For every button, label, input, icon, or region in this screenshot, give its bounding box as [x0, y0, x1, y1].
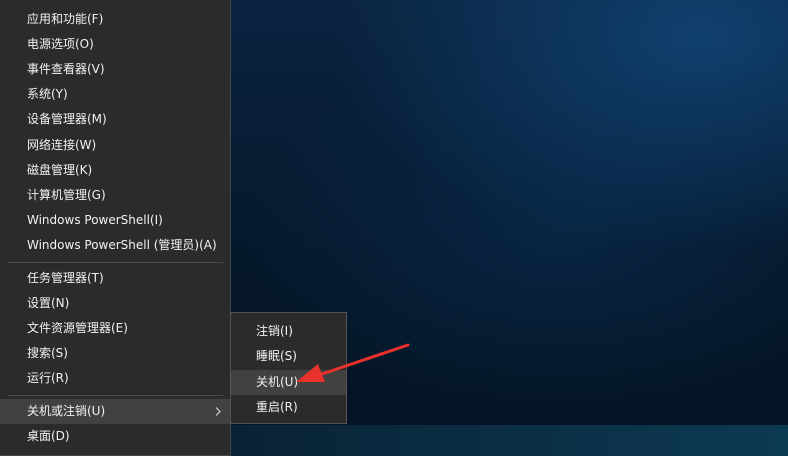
- menu-item-desktop[interactable]: 桌面(D): [0, 424, 230, 449]
- submenu-item-sign-out[interactable]: 注销(I): [231, 319, 346, 344]
- menu-item-network-connections[interactable]: 网络连接(W): [0, 133, 230, 158]
- shutdown-submenu: 注销(I) 睡眠(S) 关机(U) 重启(R): [230, 312, 347, 424]
- menu-separator: [8, 395, 223, 396]
- menu-item-file-explorer[interactable]: 文件资源管理器(E): [0, 316, 230, 341]
- menu-item-shutdown-or-signout[interactable]: 关机或注销(U): [0, 399, 230, 424]
- submenu-item-sleep[interactable]: 睡眠(S): [231, 344, 346, 369]
- menu-item-task-manager[interactable]: 任务管理器(T): [0, 266, 230, 291]
- menu-separator: [8, 262, 223, 263]
- submenu-item-restart[interactable]: 重启(R): [231, 395, 346, 420]
- menu-item-settings[interactable]: 设置(N): [0, 291, 230, 316]
- taskbar: [231, 425, 788, 456]
- menu-item-run[interactable]: 运行(R): [0, 366, 230, 391]
- menu-item-powershell-admin[interactable]: Windows PowerShell (管理员)(A): [0, 233, 230, 258]
- menu-item-power-options[interactable]: 电源选项(O): [0, 32, 230, 57]
- menu-item-computer-management[interactable]: 计算机管理(G): [0, 183, 230, 208]
- winx-context-menu: 应用和功能(F) 电源选项(O) 事件查看器(V) 系统(Y) 设备管理器(M)…: [0, 0, 231, 456]
- menu-item-powershell[interactable]: Windows PowerShell(I): [0, 208, 230, 233]
- menu-item-device-manager[interactable]: 设备管理器(M): [0, 107, 230, 132]
- menu-item-event-viewer[interactable]: 事件查看器(V): [0, 57, 230, 82]
- submenu-item-shut-down[interactable]: 关机(U): [231, 370, 346, 395]
- menu-item-disk-management[interactable]: 磁盘管理(K): [0, 158, 230, 183]
- menu-item-search[interactable]: 搜索(S): [0, 341, 230, 366]
- menu-item-system[interactable]: 系统(Y): [0, 82, 230, 107]
- chevron-right-icon: [213, 399, 223, 424]
- menu-item-label: 关机或注销(U): [27, 404, 106, 418]
- menu-item-apps-features[interactable]: 应用和功能(F): [0, 7, 230, 32]
